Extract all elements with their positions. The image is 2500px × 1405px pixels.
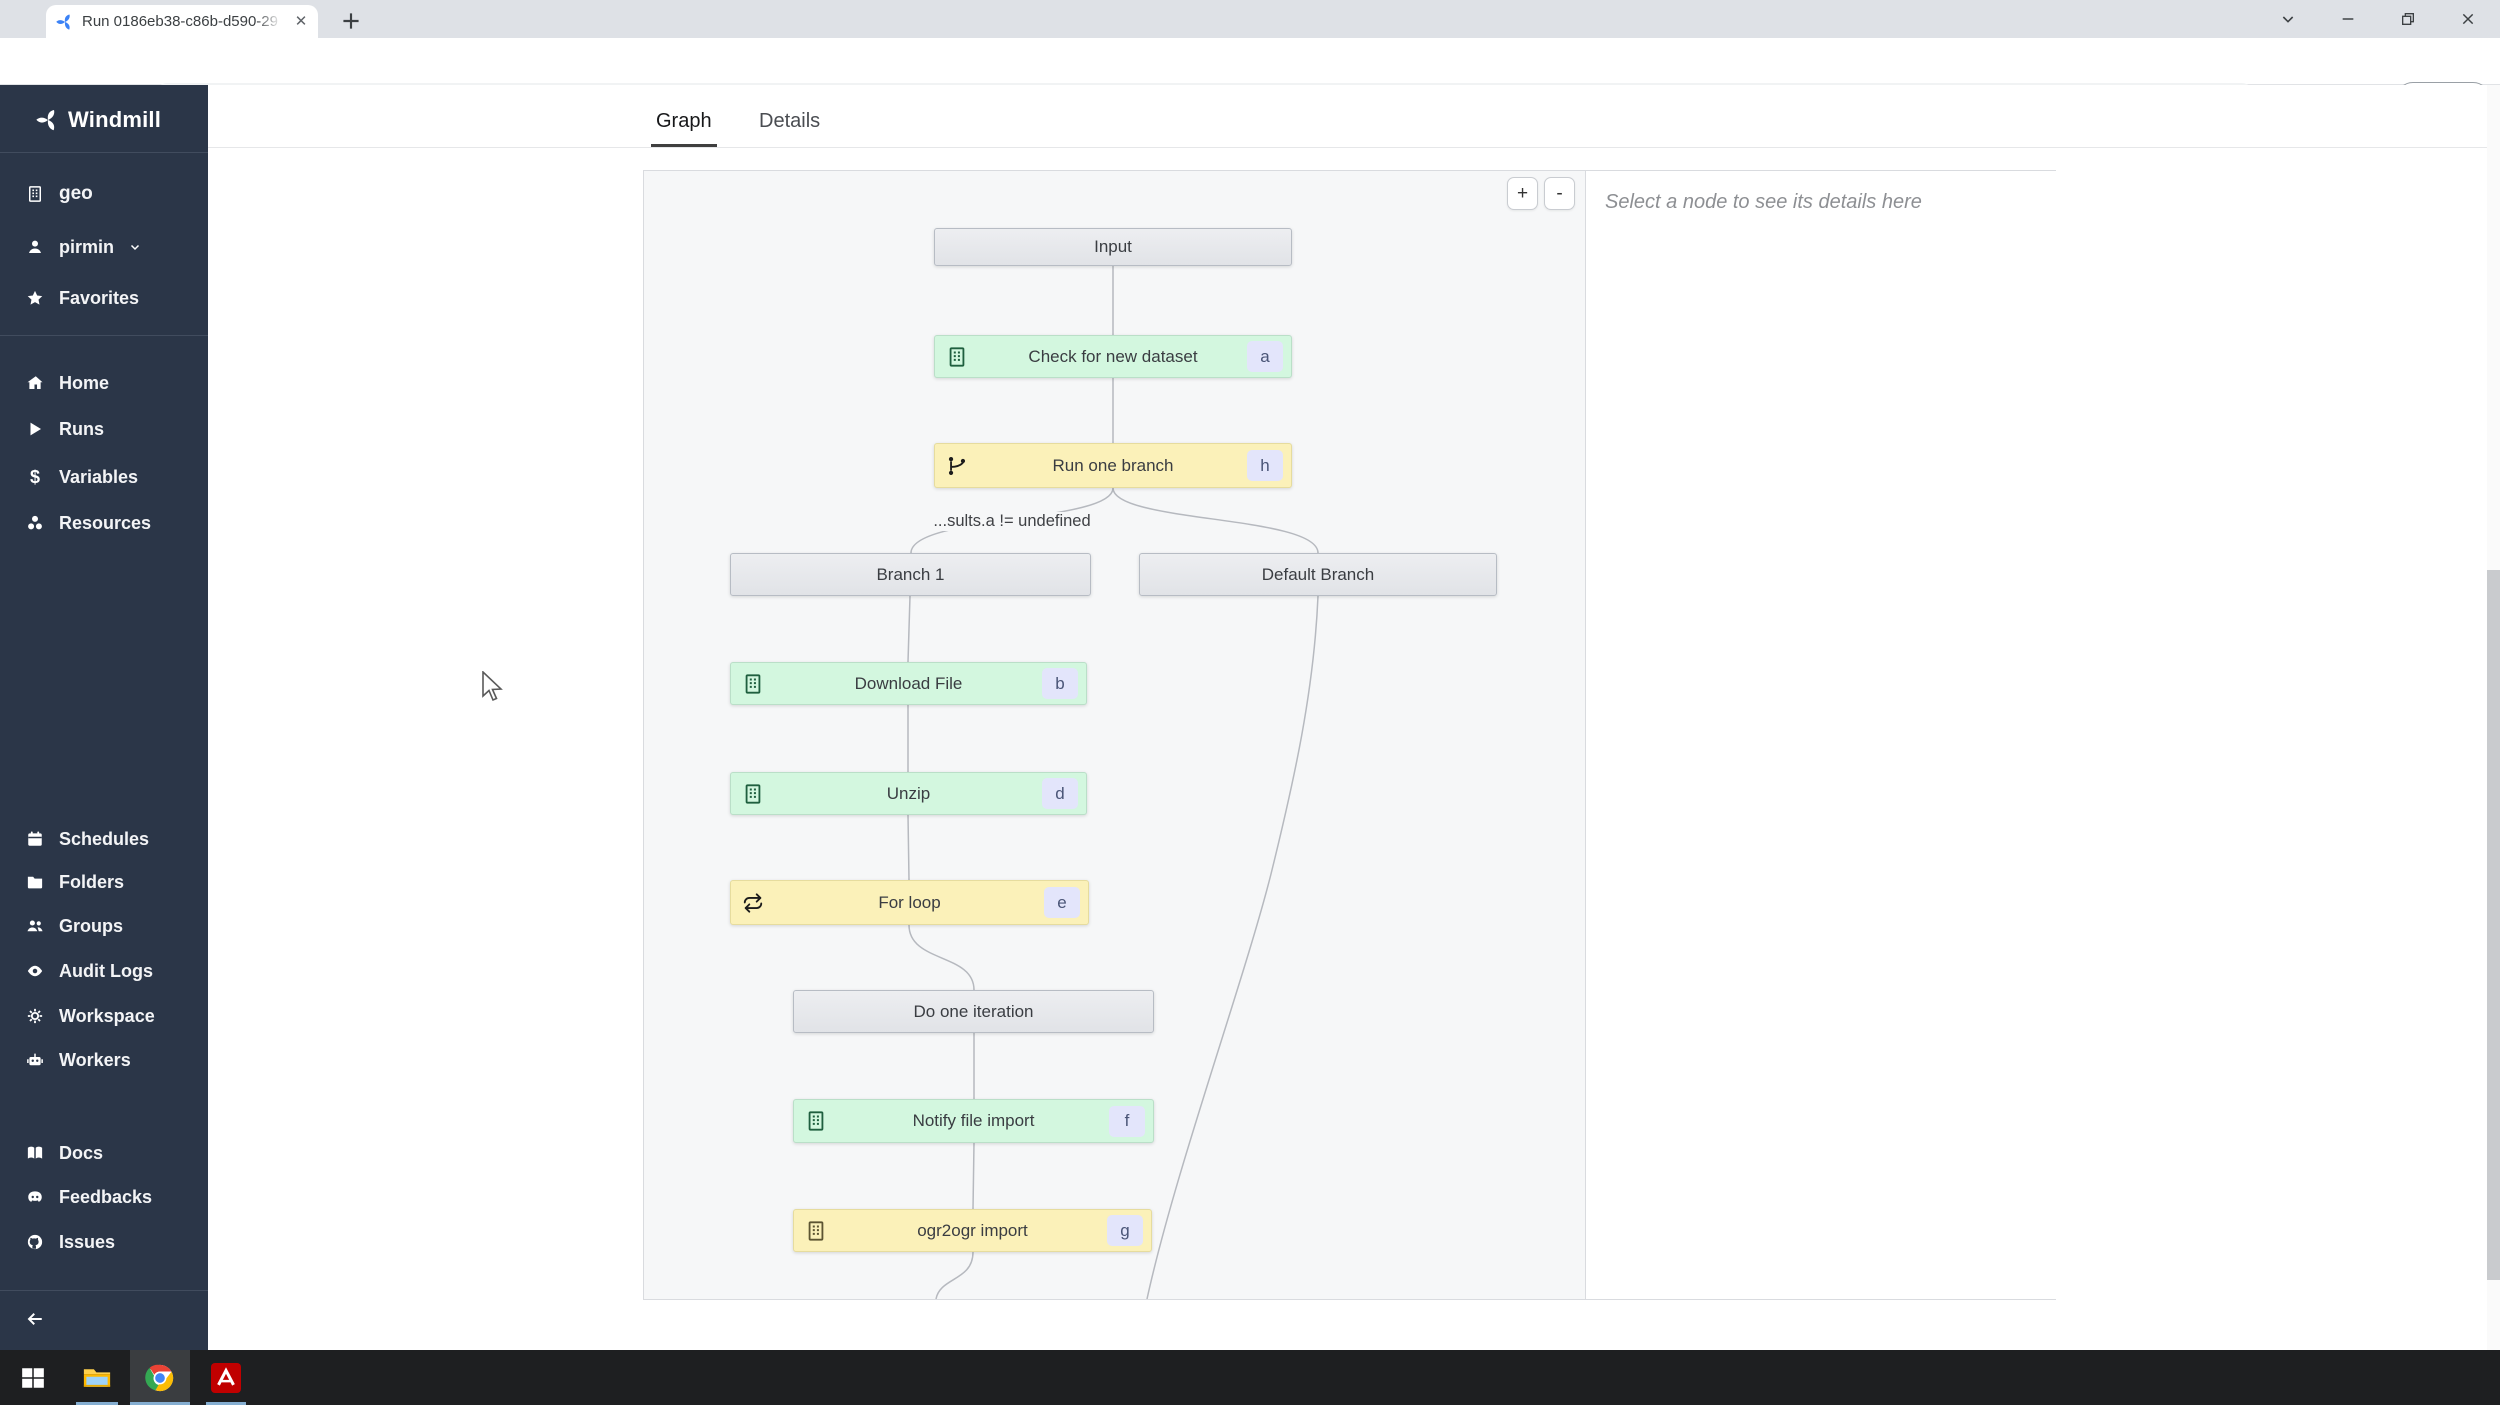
- tab-graph[interactable]: Graph: [656, 110, 712, 133]
- script-building-icon: [808, 1220, 824, 1241]
- script-building-icon: [949, 346, 965, 367]
- mouse-cursor: [482, 671, 503, 702]
- resources-icon: [28, 515, 42, 530]
- home-icon: [27, 376, 43, 389]
- node-download-file[interactable]: Download File b: [730, 662, 1087, 705]
- node-input[interactable]: Input: [934, 228, 1292, 266]
- robot-icon: [27, 1053, 43, 1066]
- window-restore-icon[interactable]: [2386, 0, 2430, 38]
- windows-taskbar: 17:20 16.03.2023: [0, 1350, 2500, 1405]
- node-default-branch[interactable]: Default Branch: [1139, 553, 1497, 596]
- star-icon: [27, 290, 43, 305]
- node-id-badge: a: [1247, 341, 1283, 372]
- node-run-one-branch[interactable]: Run one branch h: [934, 443, 1292, 488]
- sidebar-item-groups[interactable]: Groups: [26, 913, 123, 939]
- sidebar-item-workspace-settings[interactable]: Workspace: [26, 1003, 155, 1029]
- sidebar-item-workspace-geo[interactable]: geo: [26, 181, 93, 207]
- windmill-pinwheel-icon: [36, 110, 55, 131]
- sidebar-item-user-pirmin[interactable]: pirmin: [26, 234, 141, 260]
- page-scrollbar-thumb[interactable]: [2487, 570, 2500, 1280]
- dollar-icon: $: [29, 467, 40, 487]
- file-explorer-icon[interactable]: [82, 1363, 112, 1393]
- node-id-badge: b: [1042, 668, 1078, 699]
- node-branch-1[interactable]: Branch 1: [730, 553, 1091, 596]
- repeat-icon: [743, 892, 763, 913]
- tab-close-icon[interactable]: ✕: [292, 13, 310, 31]
- calendar-icon: [28, 831, 42, 846]
- windmill-logo[interactable]: Windmill: [36, 103, 161, 137]
- sidebar-item-workers[interactable]: Workers: [26, 1047, 131, 1073]
- gear-icon: [27, 1008, 43, 1024]
- script-building-icon: [808, 1111, 824, 1131]
- app-title: Windmill: [68, 107, 162, 132]
- building-icon: [29, 186, 41, 202]
- script-building-icon: [745, 673, 761, 694]
- sidebar-item-schedules[interactable]: Schedules: [26, 826, 149, 852]
- tab-title: Run 0186eb38-c86b-d590-290e-: [82, 13, 278, 30]
- window-close-icon[interactable]: [2446, 0, 2490, 38]
- chrome-icon: [145, 1364, 174, 1392]
- node-details-panel: Select a node to see its details here: [1587, 171, 2056, 1299]
- sidebar-collapse-button[interactable]: [26, 1306, 44, 1332]
- node-check-for-new-dataset[interactable]: Check for new dataset a: [934, 335, 1292, 378]
- eye-icon: [27, 965, 43, 977]
- app-sidebar: Windmill geo pirmin Favorites Home Runs …: [0, 85, 208, 1350]
- node-unzip[interactable]: Unzip d: [730, 772, 1087, 815]
- browser-toolbar: windmill.sourcepole.ch/run/0186eb38-c86b…: [0, 38, 2500, 116]
- zoom-out-button[interactable]: -: [1544, 177, 1575, 210]
- sidebar-item-home[interactable]: Home: [26, 370, 109, 396]
- node-id-badge: f: [1109, 1105, 1145, 1137]
- arrow-left-icon: [27, 1313, 42, 1325]
- node-ogr2ogr-import[interactable]: ogr2ogr import g: [793, 1209, 1152, 1252]
- browser-tabstrip: Run 0186eb38-c86b-d590-290e- ✕: [0, 0, 2500, 38]
- details-placeholder: Select a node to see its details here: [1605, 191, 1922, 213]
- book-icon: [27, 1146, 43, 1159]
- tab-search-icon[interactable]: [2266, 0, 2310, 38]
- sidebar-item-docs[interactable]: Docs: [26, 1140, 103, 1166]
- sidebar-item-runs[interactable]: Runs: [26, 416, 104, 442]
- new-tab-icon[interactable]: [338, 8, 364, 34]
- discord-icon: [28, 1191, 42, 1202]
- sidebar-item-folders[interactable]: Folders: [26, 869, 124, 895]
- windows-start-icon[interactable]: [20, 1365, 46, 1391]
- windmill-favicon-icon: [56, 14, 70, 30]
- sidebar-item-resources[interactable]: Resources: [26, 510, 151, 536]
- flow-graph-panel[interactable]: Input Check for new dataset a Run one br…: [644, 171, 1586, 1299]
- node-id-badge: d: [1042, 778, 1078, 809]
- chrome-taskbar-tile[interactable]: [130, 1350, 190, 1405]
- branch-icon: [948, 456, 966, 475]
- node-do-one-iteration[interactable]: Do one iteration: [793, 990, 1154, 1033]
- script-building-icon: [745, 783, 761, 804]
- tab-details[interactable]: Details: [759, 110, 820, 133]
- node-for-loop[interactable]: For loop e: [730, 880, 1089, 925]
- node-notify-file-import[interactable]: Notify file import f: [793, 1099, 1154, 1143]
- node-id-badge: g: [1107, 1215, 1143, 1246]
- main-content: Graph Details Input Check for new datase…: [208, 85, 2500, 1350]
- zoom-in-button[interactable]: +: [1507, 177, 1538, 210]
- users-icon: [27, 920, 43, 932]
- browser-tab[interactable]: Run 0186eb38-c86b-d590-290e- ✕: [46, 5, 318, 38]
- run-graph-card: Input Check for new dataset a Run one br…: [643, 170, 2056, 1300]
- sidebar-item-feedbacks[interactable]: Feedbacks: [26, 1184, 152, 1210]
- sidebar-item-favorites[interactable]: Favorites: [26, 285, 139, 311]
- folder-icon: [27, 876, 43, 889]
- window-minimize-icon[interactable]: [2326, 0, 2370, 38]
- sidebar-item-audit-logs[interactable]: Audit Logs: [26, 958, 153, 984]
- user-icon: [29, 240, 41, 253]
- branch-condition-label: ...sults.a != undefined: [929, 512, 1095, 531]
- sidebar-item-issues[interactable]: Issues: [26, 1229, 115, 1255]
- sidebar-item-variables[interactable]: $ Variables: [26, 464, 138, 490]
- node-id-badge: e: [1044, 887, 1080, 918]
- acrobat-icon[interactable]: [211, 1363, 241, 1393]
- node-id-badge: h: [1247, 450, 1283, 481]
- play-icon: [30, 422, 41, 436]
- chevron-down-icon: [130, 244, 140, 251]
- github-icon: [27, 1234, 43, 1250]
